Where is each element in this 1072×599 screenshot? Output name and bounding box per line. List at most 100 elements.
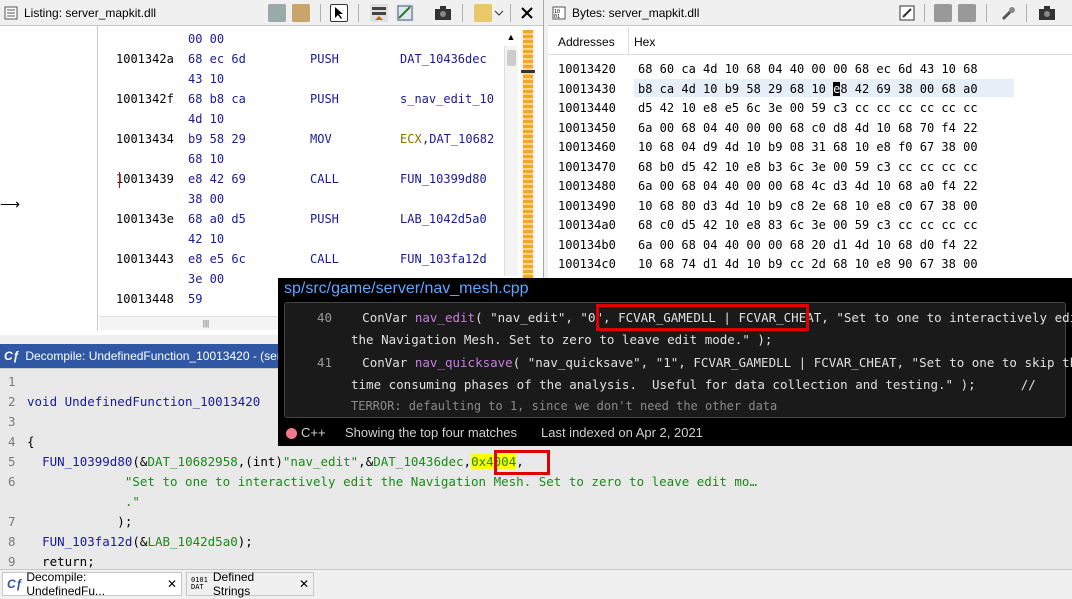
listing-mnemonic[interactable]: CALL — [310, 252, 339, 266]
decompile-line[interactable]: FUN_10399d80(&DAT_10682958,(int)"nav_edi… — [27, 454, 524, 469]
diff-icon[interactable] — [396, 4, 414, 22]
listing-operand[interactable]: s_nav_edit_10 — [400, 92, 494, 106]
tab-close-icon[interactable]: ✕ — [299, 577, 309, 591]
hex-address: 10013470 — [558, 159, 616, 174]
listing-address[interactable]: 1001343e — [116, 212, 174, 226]
search-result-card[interactable]: 40 ConVar nav_edit( "nav_edit", "0", FCV… — [284, 302, 1072, 418]
layout-icon[interactable] — [370, 4, 388, 22]
close-icon[interactable] — [518, 4, 536, 22]
listing-operand[interactable]: DAT_10436dec — [400, 52, 487, 66]
listing-mnemonic[interactable]: PUSH — [310, 52, 339, 66]
overview-bar[interactable] — [521, 30, 535, 314]
listing-bytes[interactable]: 68 10 — [188, 152, 224, 166]
tab-strings-label: Defined Strings — [212, 570, 255, 598]
listing-mnemonic[interactable]: PUSH — [310, 212, 339, 226]
listing-operand[interactable]: FUN_10399d80 — [400, 172, 487, 186]
listing-operand[interactable]: FUN_103fa12d — [400, 252, 487, 266]
scroll-up-icon[interactable]: ▲ — [505, 32, 517, 44]
format-icon[interactable] — [474, 4, 492, 22]
tab-close-icon[interactable]: ✕ — [167, 577, 177, 591]
copy-icon[interactable] — [268, 4, 286, 22]
listing-bytes[interactable]: b9 58 29 — [188, 132, 246, 146]
listing-bytes[interactable]: 42 10 — [188, 232, 224, 246]
line-number: 4 — [8, 434, 16, 449]
line-number: 2 — [8, 394, 16, 409]
paste-icon[interactable] — [958, 4, 976, 22]
listing-bytes[interactable]: 43 10 — [188, 72, 224, 86]
decompile-icon: Cƒ — [4, 349, 20, 363]
hex-bytes[interactable]: 6a 00 68 04 40 00 00 68 4c d3 4d 10 68 a… — [638, 179, 978, 193]
chevron-down-icon[interactable] — [494, 4, 504, 22]
hex-bytes[interactable]: 68 c0 d5 42 10 e8 83 6c 3e 00 59 c3 cc c… — [638, 218, 978, 232]
listing-mnemonic[interactable]: CALL — [310, 172, 339, 186]
hex-bytes[interactable]: 68 b0 d5 42 10 e8 b3 6c 3e 00 59 c3 cc c… — [638, 160, 978, 174]
wrench-icon[interactable] — [1000, 4, 1018, 22]
listing-bytes[interactable]: 38 00 — [188, 192, 224, 206]
hex-bytes[interactable]: 10 68 04 d9 4d 10 b9 08 31 68 10 e8 f0 6… — [638, 140, 978, 154]
line-number: 3 — [8, 414, 16, 429]
listing-mnemonic[interactable]: MOV — [310, 132, 332, 146]
cursor-icon[interactable] — [330, 4, 348, 22]
hex-bytes[interactable]: 6a 00 68 04 40 00 00 68 20 d1 4d 10 68 d… — [638, 238, 978, 252]
col-addresses: Addresses — [558, 35, 615, 49]
hex-bytes[interactable]: b8 ca 4d 10 b9 58 29 68 10 e8 42 69 38 0… — [638, 81, 978, 96]
listing-address[interactable]: 10013448 — [116, 292, 174, 306]
listing-bytes[interactable]: 00 00 — [188, 32, 224, 46]
hex-address: 10013480 — [558, 179, 616, 193]
decompile-line[interactable]: return; — [27, 554, 95, 569]
hex-address: 10013420 — [558, 62, 616, 76]
line-number: 1 — [8, 374, 16, 389]
cpp-language-icon — [286, 428, 297, 439]
search-file-path[interactable]: sp/src/game/server/nav_mesh.cpp — [284, 280, 529, 298]
tab-decompile[interactable]: Cƒ Decompile: UndefinedFu... ✕ — [2, 570, 182, 598]
listing-margin: ⟶ — [0, 26, 98, 331]
listing-address[interactable]: 1001342a — [116, 52, 174, 66]
listing-bytes[interactable]: 3e 00 — [188, 272, 224, 286]
tab-defined-strings[interactable]: 0101 DAT Defined Strings ✕ — [186, 570, 314, 598]
listing-bytes[interactable]: e8 42 69 — [188, 172, 246, 186]
decompile-title: Decompile: UndefinedFunction_10013420 - … — [25, 349, 282, 363]
bytes-header: Addresses Hex — [548, 27, 1072, 55]
listing-operand[interactable]: LAB_1042d5a0 — [400, 212, 487, 226]
listing-bytes[interactable]: 4d 10 — [188, 112, 224, 126]
copy-icon[interactable] — [934, 4, 952, 22]
snapshot-icon[interactable] — [1038, 4, 1056, 22]
listing-bytes[interactable]: 59 — [188, 292, 202, 306]
decompile-line[interactable]: ." — [27, 494, 140, 509]
decompile-line[interactable]: ); — [27, 514, 132, 529]
listing-bytes[interactable]: 68 ec 6d — [188, 52, 246, 66]
decompile-line[interactable]: { — [27, 434, 35, 449]
listing-code[interactable]: 00 00 1001342a 68 ec 6d PUSH DAT_10436dec 43 … — [100, 26, 505, 316]
strings-icon: 0101 DAT — [191, 576, 208, 591]
listing-mnemonic[interactable]: PUSH — [310, 92, 339, 106]
decompile-line[interactable]: void UndefinedFunction_10013420 — [27, 394, 260, 409]
line-number: 8 — [8, 534, 16, 549]
snapshot-icon[interactable] — [434, 4, 452, 22]
listing-bytes[interactable]: 68 a0 d5 — [188, 212, 246, 226]
hex-bytes[interactable]: d5 42 10 e8 e5 6c 3e 00 59 c3 cc cc cc c… — [638, 101, 978, 115]
edit-icon[interactable] — [898, 4, 916, 22]
listing-vscrollbar[interactable] — [504, 46, 518, 276]
listing-operand-register[interactable]: ECX — [400, 132, 422, 146]
listing-operand[interactable]: ,DAT_10682 — [422, 132, 494, 146]
line-number: 7 — [8, 514, 16, 529]
listing-bytes[interactable]: 68 b8 ca — [188, 92, 246, 106]
decompile-line[interactable]: "Set to one to interactively edit the Na… — [27, 474, 757, 489]
hex-bytes[interactable]: 10 68 74 d1 4d 10 b9 cc 2d 68 10 e8 90 6… — [638, 257, 978, 271]
hex-address: 10013450 — [558, 120, 616, 135]
decompile-line[interactable]: FUN_103fa12d(&LAB_1042d5a0); — [27, 534, 253, 549]
paste-icon[interactable] — [292, 4, 310, 22]
hex-address: 10013460 — [558, 140, 616, 154]
search-footer: C++ Showing the top four matches Last in… — [278, 422, 1072, 446]
listing-address[interactable]: 10013434 — [116, 132, 174, 146]
hex-address: 10013490 — [558, 198, 616, 213]
footer-indexed: Last indexed on Apr 2, 2021 — [541, 425, 703, 440]
listing-address[interactable]: 1001342f — [116, 92, 174, 106]
hex-bytes[interactable]: 6a 00 68 04 40 00 00 68 c0 d8 4d 10 68 7… — [638, 121, 978, 135]
listing-address[interactable]: 10013443 — [116, 252, 174, 266]
hex-address: 100134a0 — [558, 218, 616, 232]
listing-bytes[interactable]: e8 e5 6c — [188, 252, 246, 266]
hex-bytes[interactable]: 10 68 80 d3 4d 10 b9 c8 2e 68 10 e8 c0 6… — [638, 199, 978, 213]
hex-bytes[interactable]: 68 60 ca 4d 10 68 04 40 00 00 68 ec 6d 4… — [638, 62, 978, 76]
listing-address[interactable]: 10013439 — [116, 172, 174, 186]
